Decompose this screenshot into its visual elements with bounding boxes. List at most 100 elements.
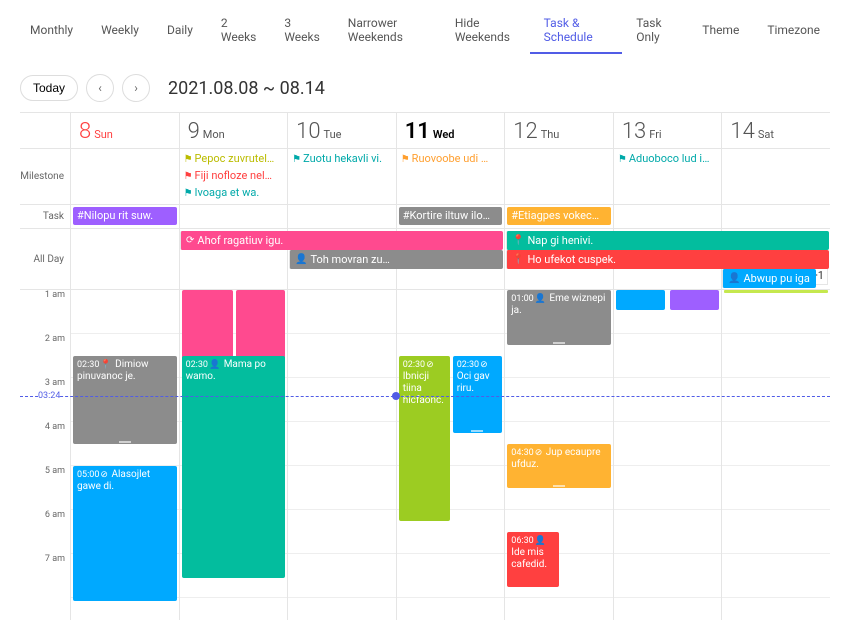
daycol-mon[interactable]: 02:30👤 Mama po wamo. [179,290,288,620]
event[interactable]: 02:30⊘Ibnicji tiina hicfaonc. [399,356,451,521]
task-sun[interactable]: #Nilopu rit suw. [70,205,179,228]
chevron-right-icon: › [134,81,138,95]
milestone-item[interactable]: ⚑Ruovoobe udi … [399,151,503,168]
milestone-sat[interactable] [721,149,830,204]
current-time-dot [392,392,400,400]
event[interactable]: 06:30👤Ide mis cafedid. [507,532,559,587]
hour-label: 2 am [20,334,70,378]
refresh-icon: ⟳ [186,233,194,248]
resize-handle[interactable] [471,430,483,432]
user-icon: 👤 [295,252,307,267]
calendar: 8Sun 9Mon 10Tue 11Wed 12Thu 13Fri 14Sat … [20,112,830,620]
daycol-sun[interactable]: 02:30📍 Dimiow pinuvanoc je. 05:00⊘ Alaso… [70,290,179,620]
ban-icon: ⊘ [100,470,108,480]
day-header-thu[interactable]: 12Thu [504,113,613,148]
user-icon: 👤 [535,294,546,304]
event[interactable] [670,290,720,310]
allday-row: All Day +1 ⟳ Ahof ragatiuv igu. 👤 Toh mo… [20,229,830,290]
daycol-thu[interactable]: 01:00👤 Eme wiznepi ja. 04:30⊘ Jup ecaupr… [504,290,613,620]
tab-task-schedule[interactable]: Task & Schedule [530,8,623,54]
allday-event[interactable]: 📍 Ho ufekot cuspek. [506,250,829,269]
allday-sun[interactable] [70,229,179,289]
task-chip[interactable]: #Etiagpes vokec… [507,207,611,225]
flag-icon: ⚑ [618,154,627,165]
task-label: Task [20,205,70,228]
task-mon[interactable] [179,205,288,228]
task-thu[interactable]: #Etiagpes vokec… [504,205,613,228]
task-sat[interactable] [721,205,830,228]
event-bar[interactable] [724,290,828,293]
user-icon: 👤 [728,271,740,286]
today-button[interactable]: Today [20,75,78,101]
milestone-tue[interactable]: ⚑Zuotu hekavli vi. [287,149,396,204]
milestone-item[interactable]: ⚑Pepoc zuvrutel… [182,151,286,168]
tab-theme[interactable]: Theme [688,15,753,47]
daycol-fri[interactable] [613,290,722,620]
daycol-sat[interactable] [721,290,830,620]
next-button[interactable]: › [122,74,150,102]
chevron-left-icon: ‹ [98,81,102,95]
tab-weekly[interactable]: Weekly [87,15,153,47]
pin-icon: 📍 [100,360,111,370]
daycol-tue[interactable] [287,290,396,620]
tab-timezone[interactable]: Timezone [753,15,834,47]
milestone-item[interactable]: ⚑Zuotu hekavli vi. [290,151,394,168]
tab-3weeks[interactable]: 3 Weeks [270,8,333,54]
allday-event[interactable]: ⟳ Ahof ragatiuv igu. [180,231,503,250]
milestone-label: Milestone [20,149,70,204]
task-wed[interactable]: #Kortire iltuw ilo… [396,205,505,228]
tab-daily[interactable]: Daily [153,15,207,47]
milestone-item[interactable]: ⚑Ivoaga et wa. [182,185,286,202]
milestone-thu[interactable] [504,149,613,204]
allday-event[interactable]: 👤 Abwup pu iga [722,269,816,288]
event[interactable]: 04:30⊘ Jup ecaupre ufduz. [507,444,611,488]
tab-hide-weekends[interactable]: Hide Weekends [441,8,530,54]
event[interactable]: 05:00⊘ Alasojlet gawe di. [73,466,177,601]
milestone-fri[interactable]: ⚑Aduoboco lud i… [613,149,722,204]
resize-handle[interactable] [553,342,565,344]
day-header-tue[interactable]: 10Tue [287,113,396,148]
user-icon: 👤 [209,360,220,370]
hour-label: 5 am [20,466,70,510]
date-range-label: 2021.08.08 ~ 08.14 [168,78,325,99]
hour-label: 1 am [20,290,70,334]
allday-event[interactable]: 👤 Toh movran zu… [289,250,503,269]
resize-handle[interactable] [553,485,565,487]
toolbar: Today ‹ › 2021.08.08 ~ 08.14 [0,54,850,112]
task-fri[interactable] [613,205,722,228]
flag-icon: ⚑ [184,171,193,182]
milestone-row: Milestone ⚑Pepoc zuvrutel… ⚑Fiji nofloze… [20,149,830,205]
day-header-mon[interactable]: 9Mon [179,113,288,148]
event[interactable]: 02:30👤 Mama po wamo. [182,356,286,578]
tab-task-only[interactable]: Task Only [622,8,688,54]
day-header-row: 8Sun 9Mon 10Tue 11Wed 12Thu 13Fri 14Sat [20,113,830,149]
day-header-sun[interactable]: 8Sun [70,113,179,148]
milestone-mon[interactable]: ⚑Pepoc zuvrutel… ⚑Fiji nofloze nel… ⚑Ivo… [179,149,288,204]
tab-narrower-weekends[interactable]: Narrower Weekends [334,8,441,54]
prev-button[interactable]: ‹ [86,74,114,102]
event[interactable]: 02:30📍 Dimiow pinuvanoc je. [73,356,177,444]
view-tabs: Monthly Weekly Daily 2 Weeks 3 Weeks Nar… [0,0,850,54]
milestone-wed[interactable]: ⚑Ruovoobe udi … [396,149,505,204]
task-chip[interactable]: #Nilopu rit suw. [73,207,177,225]
event[interactable]: 01:00👤 Eme wiznepi ja. [507,290,611,345]
day-header-fri[interactable]: 13Fri [613,113,722,148]
milestone-sun[interactable] [70,149,179,204]
milestone-item[interactable]: ⚑Fiji nofloze nel… [182,168,286,185]
milestone-item[interactable]: ⚑Aduoboco lud i… [616,151,720,168]
tab-2weeks[interactable]: 2 Weeks [207,8,270,54]
event[interactable]: 02:30⊘Oci gav riru. [453,356,503,433]
header-empty [20,113,70,148]
hour-label: 7 am [20,554,70,598]
tab-monthly[interactable]: Monthly [16,15,87,47]
event[interactable] [616,290,666,310]
resize-handle[interactable] [119,441,131,443]
allday-event[interactable]: 📍 Nap gi henivi. [506,231,829,250]
ban-icon: ⊘ [426,360,434,370]
task-chip[interactable]: #Kortire iltuw ilo… [399,207,503,225]
task-tue[interactable] [287,205,396,228]
flag-icon: ⚑ [184,154,193,165]
daycol-wed[interactable]: 02:30⊘Ibnicji tiina hicfaonc. 02:30⊘Oci … [396,290,505,620]
day-header-sat[interactable]: 14Sat [721,113,830,148]
day-header-wed[interactable]: 11Wed [396,113,505,148]
